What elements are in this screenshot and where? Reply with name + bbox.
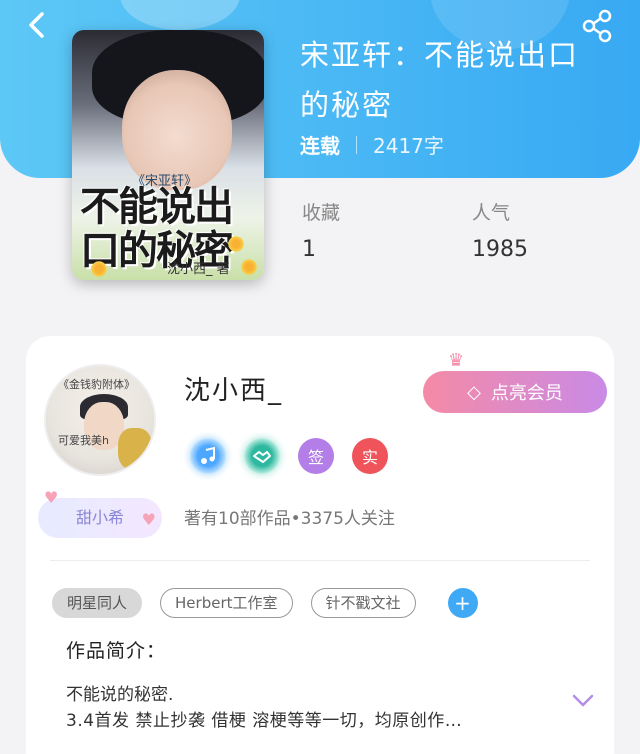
intro-title: 作品简介： [66,640,167,662]
intro-text: 3.4首发 禁止抄袭 借梗 溶梗等等一切，均原创作… [66,711,463,731]
author-badges: 签 实 [190,438,406,474]
avatar-caption-bottom: 可爱我美h [58,434,109,447]
music-icon[interactable] [190,438,226,474]
tag-chip[interactable]: Herbert工作室 [160,588,293,618]
stat-value: 1 [302,237,316,262]
author-avatar[interactable]: 《金钱豹附体》 可爱我美h [44,364,156,476]
author-stats: 著有10部作品•3375人关注 [184,509,395,529]
stat-label: 收藏 [302,202,341,224]
verified-icon[interactable]: 实 [352,438,388,474]
vip-button[interactable]: ◇ 点亮会员 [423,371,607,413]
handshake-icon[interactable] [244,438,280,474]
stat-value: 1985 [472,237,528,262]
flower-icon [227,235,245,253]
back-button[interactable] [22,10,52,40]
serial-status: 连载 [300,134,340,158]
avatar-art [118,428,152,470]
chevron-down-icon [572,694,594,707]
intro-text: 不能说的秘密. [66,685,174,705]
vip-button-label: 点亮会员 [490,383,563,404]
crown-icon: ♛ [448,350,465,371]
tag-chip[interactable]: 明星同人 [52,588,143,618]
heart-icon: ♥ [141,510,156,529]
tag-chip[interactable]: 针不戳文社 [310,588,416,618]
diamond-icon: ◇ [467,381,481,403]
avatar-caption-top: 《金钱豹附体》 [58,378,135,391]
fan-badge-label: 甜小希 [75,508,124,527]
stat-popularity: 人气 1985 [472,198,528,262]
flower-icon [90,260,108,278]
plus-icon: + [454,591,471,615]
tag-list: 明星同人 Herbert工作室 针不戳文社 + [52,588,478,618]
heart-icon: ♥ [44,488,59,507]
book-cover[interactable]: 《宋亚轩》 不能说出口的秘密 沈小西_ 著 [72,30,264,280]
book-title: 宋亚轩：不能说出口的秘密 [300,38,580,122]
author-name[interactable]: 沈小西_ [184,370,283,407]
book-meta: 连载 2417字 [300,130,444,159]
stat-favorites: 收藏 1 [302,198,340,262]
fan-badge[interactable]: ♥ 甜小希 ♥ [38,490,162,538]
cover-author-mark: 沈小西_ 著 [167,262,230,277]
add-tag-button[interactable]: + [447,588,478,618]
stat-label: 人气 [472,202,511,224]
decor-bubble [120,0,240,30]
sign-icon[interactable]: 签 [298,438,334,474]
divider [50,560,590,561]
expand-button[interactable] [572,693,594,707]
flower-icon [240,258,258,276]
chevron-left-icon [29,12,44,38]
word-count: 2417字 [373,134,444,158]
meta-separator [356,135,357,154]
